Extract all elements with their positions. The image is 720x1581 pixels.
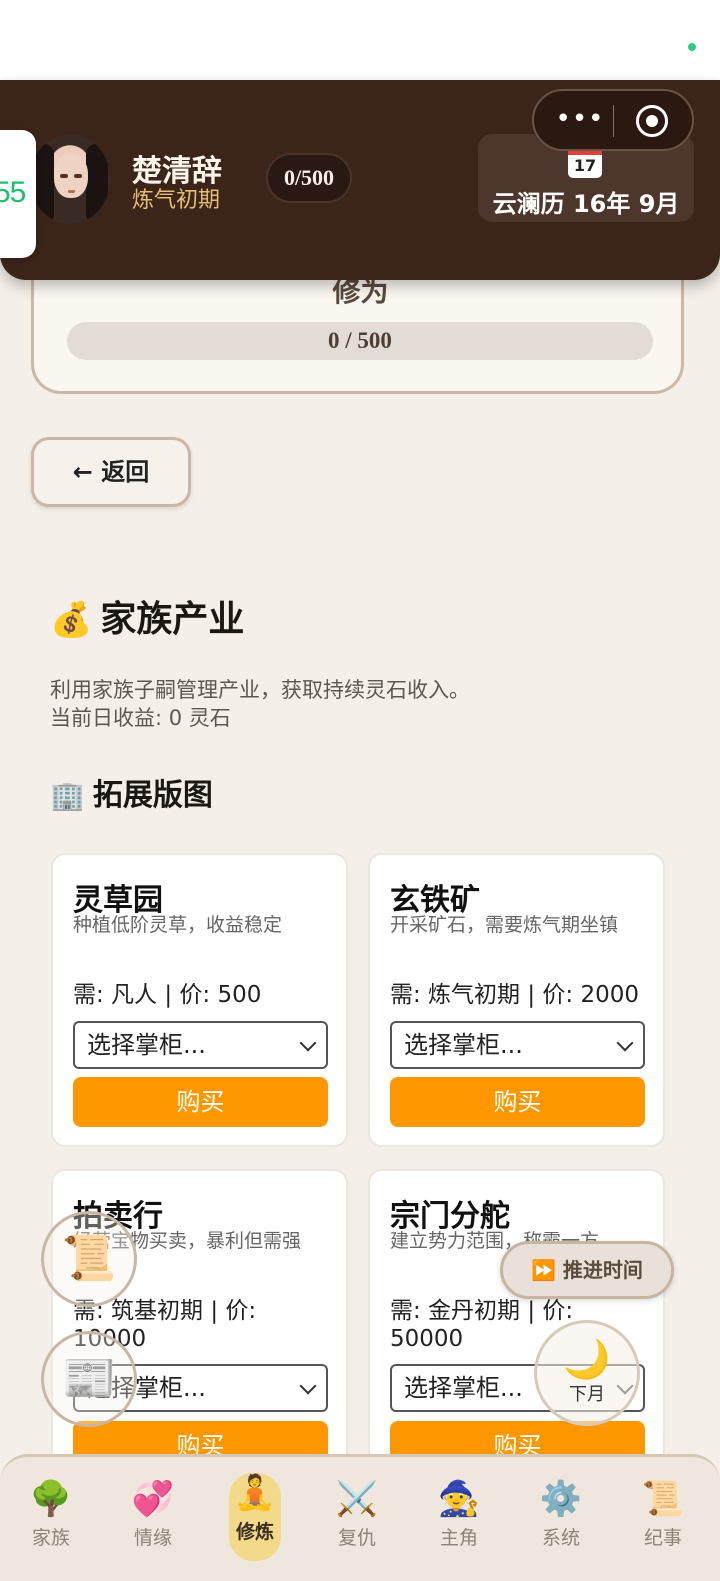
tab-label: 纪事 <box>643 1527 682 1549</box>
current-date: 云澜历 16年 9月 <box>492 190 680 218</box>
tab-label: 主角 <box>439 1527 478 1549</box>
bottom-tab-bar: 🌳 家族 💞 情缘 🧘 修炼 ⚔️ 复仇 🧙 主角 ⚙️ 系统 📜 纪事 <box>0 1454 720 1581</box>
miniprogram-capsule: ••• <box>532 89 694 151</box>
moon-icon: 🌙 <box>563 1337 611 1381</box>
tab-label: 情缘 <box>133 1527 172 1549</box>
tree-icon: 🌳 <box>29 1479 73 1519</box>
tab-label: 修炼 <box>235 1521 274 1543</box>
gear-icon: ⚙️ <box>539 1479 583 1519</box>
building-icon: 🏢 <box>50 779 85 812</box>
next-month-button[interactable]: 🌙 下月 <box>534 1320 640 1426</box>
meditation-icon: 🧘 <box>233 1473 277 1513</box>
industry-requirement: 需: 凡人 | 价: 500 <box>73 982 262 1008</box>
section-description: 利用家族子嗣管理产业，获取持续灵石收入。 当前日收益: 0 灵石 <box>50 676 470 732</box>
mage-icon: 🧙 <box>437 1479 481 1519</box>
tab-family[interactable]: 🌳 家族 <box>11 1479 91 1550</box>
tab-cultivation[interactable]: 🧘 修炼 <box>229 1473 281 1561</box>
scroll-icon-button[interactable]: 📜 <box>41 1211 137 1307</box>
industry-requirement: 需: 炼气初期 | 价: 2000 <box>390 982 640 1008</box>
section-title-text: 家族产业 <box>100 599 245 640</box>
more-menu-button[interactable]: ••• <box>552 105 608 135</box>
side-badge-value: 55 <box>0 176 26 209</box>
tab-protagonist[interactable]: 🧙 主角 <box>419 1479 499 1550</box>
hearts-icon: 💞 <box>131 1479 175 1519</box>
buy-button[interactable]: 购买 <box>390 1077 645 1127</box>
scroll-icon: 📜 <box>641 1479 685 1519</box>
industry-card: 玄铁矿 开采矿石，需要炼气期坐镇 需: 炼气初期 | 价: 2000 选择掌柜.… <box>368 853 665 1147</box>
advance-time-button[interactable]: ⏩ 推进时间 <box>500 1241 674 1299</box>
next-month-label: 下月 <box>569 1384 605 1405</box>
tab-chronicle[interactable]: 📜 纪事 <box>623 1479 703 1550</box>
manager-select[interactable]: 选择掌柜... <box>390 1021 645 1069</box>
description-line: 利用家族子嗣管理产业，获取持续灵石收入。 <box>50 678 470 702</box>
exp-pill: 0/500 <box>266 153 352 203</box>
chevron-down-icon <box>616 1034 634 1052</box>
avatar[interactable] <box>30 134 110 224</box>
industry-desc: 种植低阶灵草，收益稳定 <box>73 914 283 936</box>
tab-romance[interactable]: 💞 情缘 <box>113 1479 193 1550</box>
side-badge[interactable]: 55 <box>0 130 36 258</box>
status-dot <box>688 43 696 51</box>
tab-label: 复仇 <box>337 1527 376 1549</box>
tab-label: 家族 <box>31 1527 70 1549</box>
status-bar <box>0 0 720 80</box>
crossed-swords-icon: ⚔️ <box>335 1479 379 1519</box>
cultivation-progress-bar: 0 / 500 <box>67 322 653 360</box>
sub-section-title: 🏢 拓展版图 <box>50 770 213 814</box>
tab-revenge[interactable]: ⚔️ 复仇 <box>317 1479 397 1550</box>
daily-income: 当前日收益: 0 灵石 <box>50 706 231 730</box>
newspaper-icon-button[interactable]: 📰 <box>41 1331 137 1427</box>
chevron-down-icon <box>299 1034 317 1052</box>
chevron-down-icon <box>299 1377 317 1395</box>
close-miniprogram-button[interactable] <box>636 105 668 137</box>
industry-card: 宗门分舵 建立势力范围，称霸一方 需: 金丹初期 | 价: 50000 选择掌柜… <box>368 1169 665 1489</box>
manager-select[interactable]: 选择掌柜... <box>73 1021 328 1069</box>
sub-section-title-text: 拓展版图 <box>92 778 213 813</box>
tab-label: 系统 <box>541 1527 580 1549</box>
character-realm: 炼气初期 <box>132 188 221 213</box>
buy-button[interactable]: 购买 <box>73 1077 328 1127</box>
industry-card: 灵草园 种植低阶灵草，收益稳定 需: 凡人 | 价: 500 选择掌柜... 购… <box>51 853 348 1147</box>
back-button[interactable]: ← 返回 <box>31 437 191 507</box>
section-title: 💰 家族产业 <box>50 590 244 642</box>
industry-desc: 开采矿石，需要炼气期坐镇 <box>390 914 619 936</box>
tab-system[interactable]: ⚙️ 系统 <box>521 1479 601 1550</box>
money-bag-icon: 💰 <box>50 600 93 640</box>
